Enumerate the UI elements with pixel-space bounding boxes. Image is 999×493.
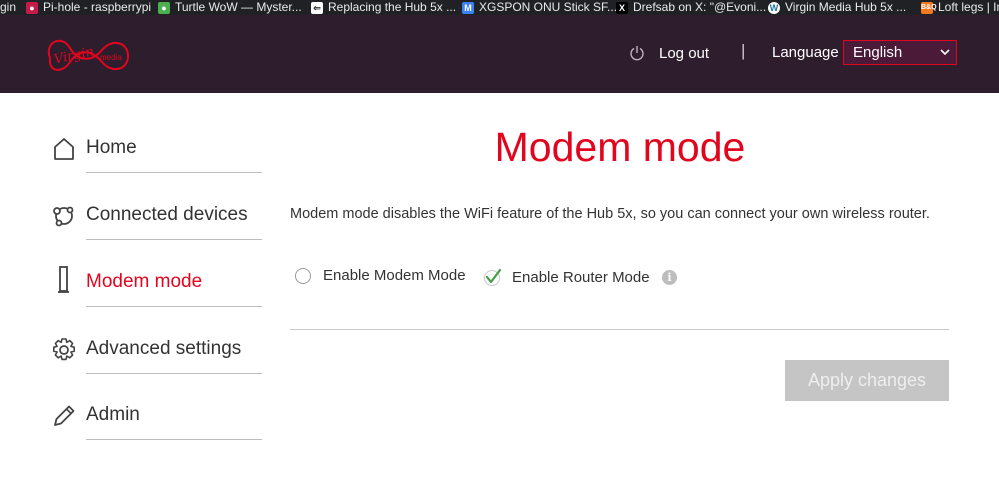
bookmark-item[interactable]: M XGSPON ONU Stick SF... — [462, 0, 617, 15]
language-label: Language — [772, 44, 839, 61]
pencil-icon — [54, 405, 75, 426]
apply-changes-button[interactable]: Apply changes — [785, 360, 949, 401]
bookmark-label: Drefsab on X: "@Evoni... — [633, 0, 767, 14]
gear-icon — [53, 338, 75, 361]
sidebar-item-home[interactable]: Home — [48, 107, 262, 173]
bookmark-item[interactable]: X Drefsab on X: "@Evoni... — [616, 0, 766, 15]
raspberry-icon: ● — [26, 1, 38, 14]
bookmark-label: Turtle WoW — Myster... — [175, 0, 302, 14]
bookmark-label: gin — [0, 0, 17, 14]
sidebar-item-label: Advanced settings — [86, 338, 242, 359]
divider — [86, 439, 262, 440]
page-title: Modem mode — [494, 124, 746, 170]
bq-icon: B&Q — [921, 1, 937, 14]
bookmark-item[interactable]: B&Q Loft legs | In — [921, 0, 999, 15]
bookmark-label: Replacing the Hub 5x ... — [328, 0, 457, 14]
sidebar-item-label: Modem mode — [86, 271, 203, 292]
bookmark-item[interactable]: ● Pi-hole - raspberrypi — [26, 0, 151, 15]
radio-button[interactable] — [295, 267, 311, 284]
site-icon: M — [462, 1, 474, 14]
language-select[interactable]: English — [843, 40, 957, 65]
site-icon: ⇐ — [311, 1, 323, 14]
x-icon: X — [616, 1, 628, 14]
router-mode-radio-option[interactable]: Enable Router Mode — [483, 267, 650, 287]
chevron-down-icon — [940, 49, 950, 56]
svg-text:Virgin: Virgin — [53, 44, 96, 67]
bookmark-label: Pi-hole - raspberrypi — [43, 0, 152, 14]
bookmark-item[interactable]: W Virgin Media Hub 5x ... — [768, 0, 906, 15]
sidebar-item-modem-mode[interactable]: Modem mode — [48, 241, 262, 307]
bookmark-label: Loft legs | In — [938, 0, 999, 14]
info-icon[interactable]: i — [662, 270, 677, 285]
home-icon — [54, 138, 74, 160]
turtle-icon: ● — [158, 1, 170, 14]
sidebar-item-label: Home — [86, 137, 137, 158]
wordpress-icon: W — [768, 1, 780, 14]
top-header: Virgin media Log out | Language English — [0, 15, 999, 93]
sidebar-item-connected-devices[interactable]: Connected devices — [48, 174, 262, 240]
sidebar-item-label: Admin — [86, 404, 140, 425]
modem-icon — [58, 266, 69, 293]
svg-text:media: media — [100, 53, 122, 62]
checkmark-icon[interactable] — [483, 267, 503, 287]
logout-label: Log out — [659, 44, 710, 62]
virgin-media-logo[interactable]: Virgin media — [40, 28, 132, 87]
sidebar-item-advanced-settings[interactable]: Advanced settings — [48, 308, 262, 374]
language-value: English — [853, 44, 903, 61]
sidebar-item-label: Connected devices — [86, 204, 248, 225]
divider — [86, 239, 262, 240]
connected-devices-icon — [53, 206, 74, 227]
option-label: Enable Router Mode — [512, 268, 650, 286]
bookmark-item[interactable]: gin — [0, 0, 16, 15]
bookmark-item[interactable]: ● Turtle WoW — Myster... — [158, 0, 302, 15]
bookmarks-bar: gin ● Pi-hole - raspberrypi ● Turtle WoW —… — [0, 0, 999, 15]
header-separator: | — [741, 41, 746, 60]
bookmark-label: XGSPON ONU Stick SF... — [479, 0, 618, 14]
bookmark-item[interactable]: ⇐ Replacing the Hub 5x ... — [311, 0, 456, 15]
divider — [86, 172, 262, 173]
option-label: Enable Modem Mode — [323, 267, 466, 284]
logout-button[interactable]: Log out — [628, 44, 709, 62]
sidebar-item-admin[interactable]: Admin — [48, 374, 262, 440]
content-divider — [290, 329, 949, 330]
modem-mode-radio-option[interactable]: Enable Modem Mode — [295, 267, 466, 284]
page-description: Modem mode disables the WiFi feature of … — [290, 206, 930, 222]
divider — [86, 306, 262, 307]
power-icon — [630, 46, 644, 61]
bookmark-label: Virgin Media Hub 5x ... — [785, 0, 907, 14]
